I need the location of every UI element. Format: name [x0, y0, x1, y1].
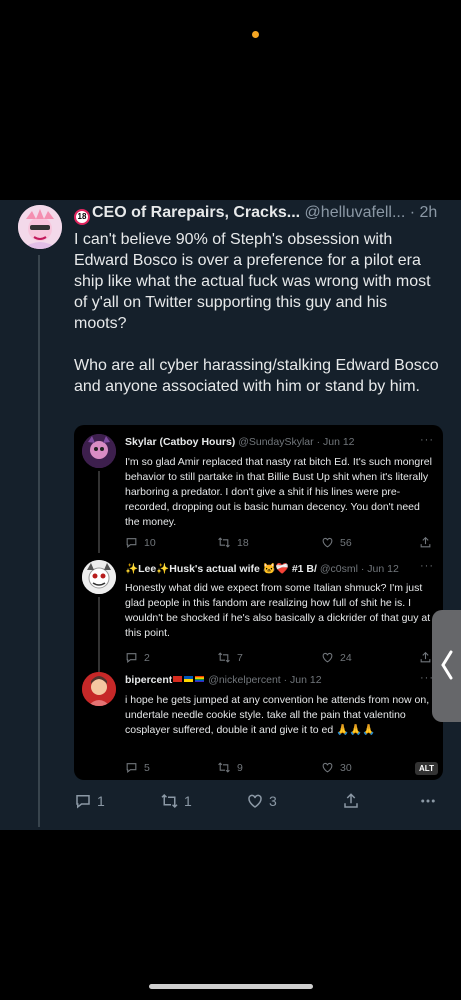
reply-header: bipercent @nickelpercent · Jun 12 [125, 674, 430, 686]
reply-count: 2 [144, 651, 150, 664]
reply-count: 5 [144, 761, 150, 774]
reply-icon: 2 [125, 651, 150, 664]
reply-author-handle: @SundaySkylar · Jun 12 [238, 436, 355, 448]
like-count: 30 [340, 761, 352, 774]
thread-line [38, 255, 40, 827]
like-icon: 24 [321, 651, 352, 664]
retweet-count: 18 [237, 536, 249, 549]
tweet-text: I can't believe 90% of Steph's obsession… [74, 231, 439, 395]
reply-icon: 5 [125, 761, 150, 774]
reply-actions: 5 9 30 [125, 761, 430, 775]
reply-author-handle: @c0sml · Jun 12 [319, 563, 399, 575]
retweet-icon: 18 [217, 536, 249, 549]
author-avatar[interactable] [18, 205, 62, 249]
share-button[interactable] [342, 792, 360, 810]
like-icon: 56 [321, 536, 352, 549]
share-icon [419, 536, 432, 549]
like-count: 56 [340, 536, 352, 549]
reply-avatar [82, 672, 116, 706]
like-icon: 30 [321, 761, 352, 774]
flag-canada-icon [173, 676, 183, 682]
embedded-image[interactable]: Skylar (Catboy Hours) @SundaySkylar · Ju… [74, 425, 443, 780]
edge-panel-handle[interactable] [432, 610, 461, 722]
reply-actions: 10 18 56 [125, 536, 432, 550]
share-icon [344, 793, 358, 808]
reply-more-icon: ··· [420, 434, 434, 446]
retweet-count: 7 [237, 651, 243, 664]
share-icon [419, 651, 432, 664]
retweet-icon [161, 793, 178, 809]
like-count: 3 [269, 793, 277, 809]
reply-count: 1 [97, 793, 105, 809]
flag-ukraine-icon [184, 676, 194, 682]
chevron-left-icon [441, 650, 453, 680]
retweet-count: 9 [237, 761, 243, 774]
reply-icon: 10 [125, 536, 156, 549]
reply-actions: 2 7 24 [125, 651, 432, 665]
reply-icon [76, 795, 90, 809]
author-handle[interactable]: @helluvafell... [305, 204, 406, 221]
18-plus-badge-icon: 18 [74, 209, 90, 225]
tweet-actions: 1 1 3 [74, 792, 444, 812]
heart-icon [248, 794, 262, 808]
retweet-count: 1 [184, 793, 192, 809]
author-name[interactable]: CEO of Rarepairs, Cracks... [92, 204, 300, 221]
reply-author-name: bipercent [125, 674, 173, 686]
reply-avatar [82, 434, 116, 468]
retweet-button[interactable]: 1 [160, 792, 192, 810]
status-indicator-dot [252, 31, 259, 38]
reply-more-icon: ··· [420, 560, 434, 572]
reply-count: 10 [144, 536, 156, 549]
flag-pride-icon [195, 676, 205, 682]
like-count: 24 [340, 651, 352, 664]
reply-header: Skylar (Catboy Hours) @SundaySkylar · Ju… [125, 436, 430, 448]
reply-header: ✨Lee✨Husk's actual wife 🐱❤️‍🩹 #1 B/ @c0s… [125, 562, 430, 575]
reply-text: i hope he gets jumped at any convention … [125, 694, 430, 736]
reply-author-handle: @nickelpercent · Jun 12 [208, 674, 322, 686]
reply-thread-line [98, 471, 100, 553]
reply-author-name: ✨Lee✨Husk's actual wife 🐱❤️‍🩹 #1 B/ [125, 563, 317, 575]
reply-author-name: Skylar (Catboy Hours) [125, 436, 236, 448]
retweet-icon: 9 [217, 761, 243, 774]
reply-avatar [82, 560, 116, 594]
home-indicator[interactable] [149, 984, 313, 989]
reply-button[interactable]: 1 [74, 792, 105, 810]
tweet-timestamp[interactable]: · 2h [410, 204, 438, 221]
like-button[interactable]: 3 [246, 792, 277, 810]
more-icon [421, 799, 435, 803]
alt-text-badge[interactable]: ALT [415, 762, 438, 775]
tweet-header: 18 CEO of Rarepairs, Cracks... @helluvafe… [74, 204, 454, 225]
retweet-icon: 7 [217, 651, 243, 664]
reply-text: I'm so glad Amir replaced that nasty rat… [125, 456, 432, 528]
more-options-button[interactable] [418, 792, 438, 810]
reply-text: Honestly what did we expect from some It… [125, 582, 431, 639]
